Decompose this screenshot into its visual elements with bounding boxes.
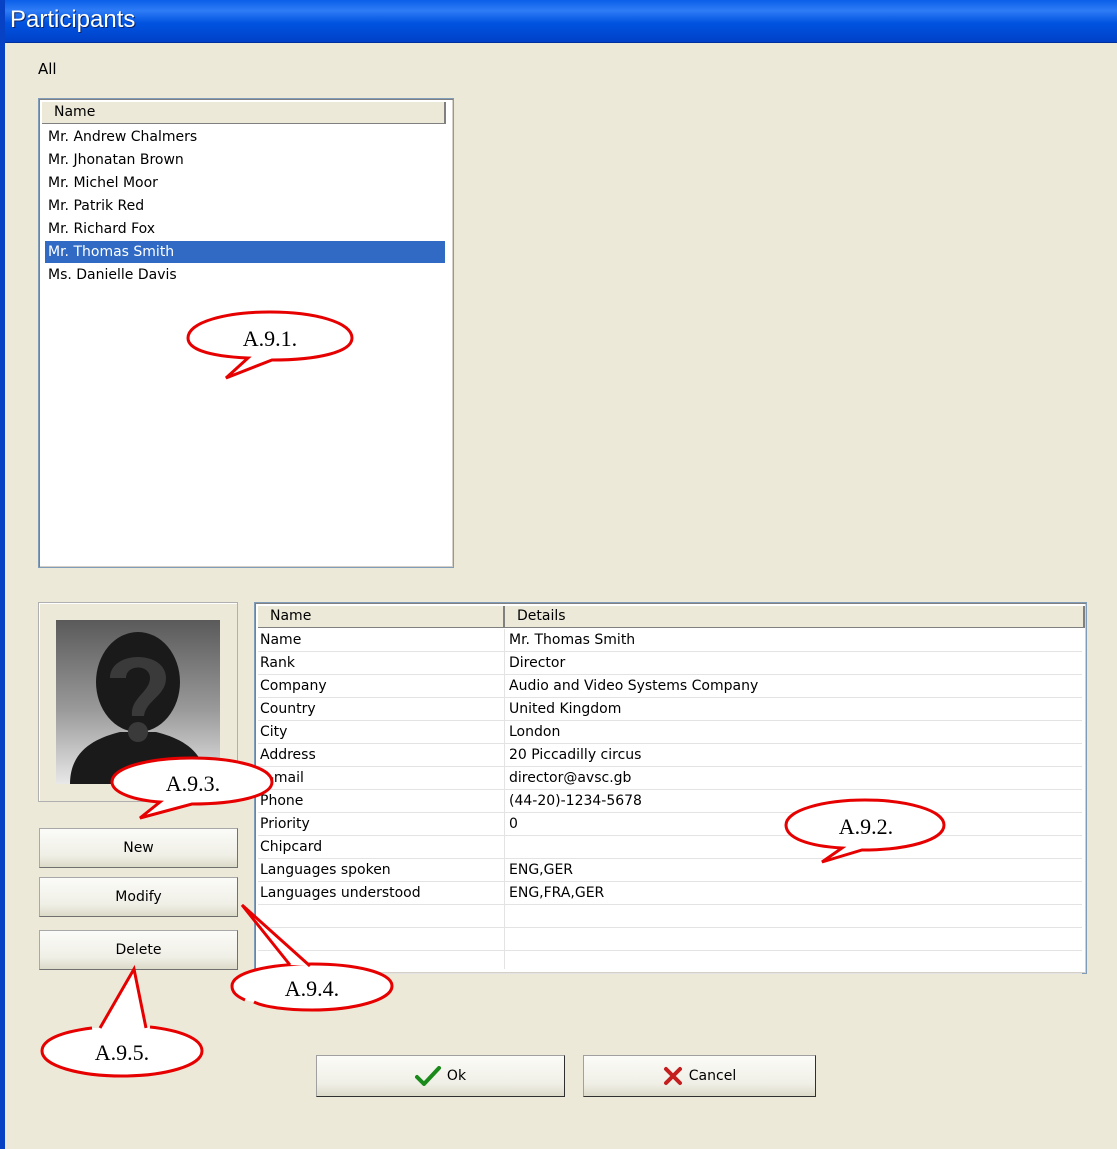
- participant-list-item[interactable]: Ms. Danielle Davis: [45, 264, 445, 286]
- ok-button-label: Ok: [446, 1068, 467, 1084]
- details-field-value: (44-20)-1234-5678: [509, 793, 642, 809]
- callout-label-a-9-5: A.9.5.: [95, 1040, 149, 1065]
- details-column-header-details[interactable]: Details: [505, 606, 1085, 628]
- participant-photo: [56, 620, 220, 784]
- checkmark-icon: [414, 1066, 441, 1086]
- details-field-value: [509, 905, 1079, 927]
- details-field-value: Director: [509, 655, 566, 671]
- title-bar[interactable]: Participants: [0, 0, 1117, 43]
- details-field-value: [509, 836, 1079, 858]
- details-field-value: London: [509, 724, 561, 740]
- details-row[interactable]: Priority 0: [258, 813, 1082, 836]
- details-field-name: Chipcard: [260, 839, 323, 855]
- details-row[interactable]: Name Mr. Thomas Smith: [258, 629, 1082, 652]
- details-row[interactable]: Rank Director: [258, 652, 1082, 675]
- details-row[interactable]: Company Audio and Video Systems Company: [258, 675, 1082, 698]
- details-field-value: director@avsc.gb: [509, 770, 632, 786]
- details-field-name: Phone: [260, 793, 304, 809]
- window-title: Participants: [10, 6, 136, 33]
- details-grid[interactable]: Name Details Name Mr. Thomas Smith Rank Dir…: [254, 602, 1087, 974]
- photo-frame: [38, 602, 238, 802]
- ok-button[interactable]: Ok: [316, 1055, 565, 1097]
- details-row[interactable]: Phone (44-20)-1234-5678: [258, 790, 1082, 813]
- participants-window: Participants All Name Mr. Andrew Chalmer…: [0, 0, 1117, 1149]
- details-row[interactable]: Address 20 Piccadilly circus: [258, 744, 1082, 767]
- details-row[interactable]: Country United Kingdom: [258, 698, 1082, 721]
- details-field-name: E-mail: [260, 770, 304, 786]
- details-field-name: Address: [260, 747, 316, 763]
- participant-list-item[interactable]: Mr. Jhonatan Brown: [45, 149, 445, 171]
- details-field-value: ENG,GER: [509, 862, 574, 878]
- details-field-name: Company: [260, 678, 327, 694]
- filter-label: All: [38, 60, 57, 78]
- details-field-value: Audio and Video Systems Company: [509, 678, 759, 694]
- details-field-name: [260, 951, 504, 973]
- details-field-value: United Kingdom: [509, 701, 622, 717]
- list-column-header-name[interactable]: Name: [42, 102, 446, 124]
- modify-button[interactable]: Modify: [39, 877, 238, 917]
- details-field-value: 20 Piccadilly circus: [509, 747, 642, 763]
- details-field-name: [260, 928, 504, 950]
- details-row[interactable]: Languages understood ENG,FRA,GER: [258, 882, 1082, 905]
- details-row[interactable]: [258, 928, 1082, 951]
- callout-label-a-9-4: A.9.4.: [285, 976, 339, 1001]
- details-field-name: [260, 905, 504, 927]
- details-field-value: Mr. Thomas Smith: [509, 632, 636, 648]
- details-row[interactable]: Languages spoken ENG,GER: [258, 859, 1082, 882]
- details-row[interactable]: [258, 951, 1082, 974]
- details-field-name: Languages understood: [260, 885, 421, 901]
- details-row[interactable]: Chipcard: [258, 836, 1082, 859]
- details-row[interactable]: E-mail director@avsc.gb: [258, 767, 1082, 790]
- details-field-name: Name: [260, 632, 302, 648]
- participant-list-item[interactable]: Mr. Michel Moor: [45, 172, 445, 194]
- details-field-name: Rank: [260, 655, 295, 671]
- cancel-button[interactable]: Cancel: [583, 1055, 816, 1097]
- details-field-name: Languages spoken: [260, 862, 391, 878]
- unknown-person-icon: [70, 632, 206, 784]
- cancel-x-icon: [663, 1067, 682, 1085]
- details-field-name: Country: [260, 701, 316, 717]
- participants-list[interactable]: Name Mr. Andrew Chalmers Mr. Jhonatan Bro…: [38, 98, 454, 568]
- callout-a-9-5: A.9.5.: [40, 964, 204, 1078]
- participant-list-item[interactable]: Mr. Patrik Red: [45, 195, 445, 217]
- details-row[interactable]: [258, 905, 1082, 928]
- window-left-border: [0, 0, 5, 1149]
- details-field-name: Priority: [260, 816, 310, 832]
- details-field-value: [509, 928, 1079, 950]
- details-column-header-name[interactable]: Name: [258, 606, 505, 628]
- new-button[interactable]: New: [39, 828, 238, 868]
- details-field-value: ENG,FRA,GER: [509, 885, 605, 901]
- details-row[interactable]: City London: [258, 721, 1082, 744]
- details-field-value: [509, 951, 1079, 973]
- details-field-value: 0: [509, 816, 518, 832]
- delete-button[interactable]: Delete: [39, 930, 238, 970]
- participant-list-item[interactable]: Mr. Thomas Smith: [45, 241, 445, 263]
- details-field-name: City: [260, 724, 288, 740]
- participant-list-item[interactable]: Mr. Richard Fox: [45, 218, 445, 240]
- participant-list-item[interactable]: Mr. Andrew Chalmers: [45, 126, 445, 148]
- cancel-button-label: Cancel: [688, 1068, 737, 1084]
